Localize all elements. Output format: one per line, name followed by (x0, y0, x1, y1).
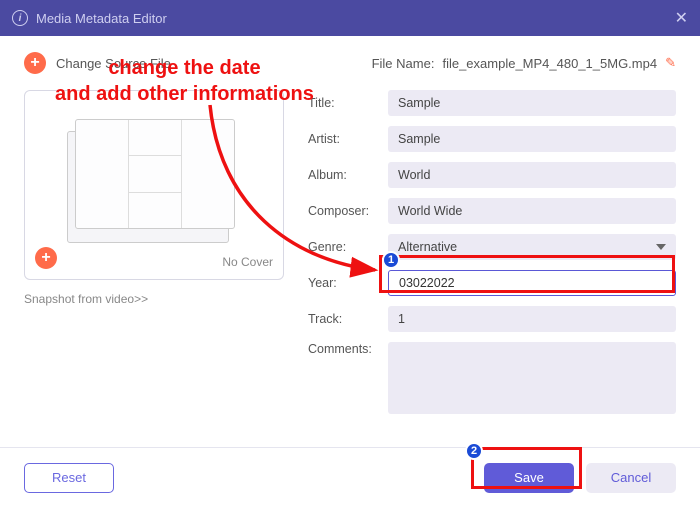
genre-select[interactable]: Alternative (388, 234, 676, 260)
file-name-value: file_example_MP4_480_1_5MG.mp4 (442, 56, 657, 71)
window-title: Media Metadata Editor (36, 11, 167, 26)
genre-value: Alternative (398, 240, 457, 254)
cover-placeholder-icon (75, 119, 235, 229)
no-cover-label: No Cover (222, 255, 273, 269)
file-name-group: File Name: file_example_MP4_480_1_5MG.mp… (372, 55, 676, 71)
cancel-button[interactable]: Cancel (586, 463, 676, 493)
change-source-link[interactable]: Change Source File (56, 56, 171, 71)
track-input[interactable] (388, 306, 676, 332)
toolbar: + Change Source File File Name: file_exa… (0, 36, 700, 82)
edit-filename-icon[interactable]: ✎ (665, 55, 676, 71)
comments-label: Comments: (308, 342, 388, 356)
file-name-label: File Name: (372, 56, 435, 71)
composer-label: Composer: (308, 204, 388, 218)
title-label: Title: (308, 96, 388, 110)
footer: Reset Save Cancel (0, 447, 700, 507)
close-icon[interactable]: ✕ (675, 8, 688, 28)
info-icon: i (12, 10, 28, 26)
album-label: Album: (308, 168, 388, 182)
album-input[interactable] (388, 162, 676, 188)
artist-label: Artist: (308, 132, 388, 146)
composer-input[interactable] (388, 198, 676, 224)
save-button[interactable]: Save (484, 463, 574, 493)
metadata-form: Title: Artist: Album: Composer: Genre: Al… (308, 90, 676, 424)
reset-button[interactable]: Reset (24, 463, 114, 493)
snapshot-link[interactable]: Snapshot from video>> (24, 292, 284, 306)
genre-label: Genre: (308, 240, 388, 254)
title-bar: i Media Metadata Editor ✕ (0, 0, 700, 36)
cover-box: + No Cover (24, 90, 284, 280)
track-label: Track: (308, 312, 388, 326)
add-cover-button[interactable]: + (35, 247, 57, 269)
year-label: Year: (308, 276, 388, 290)
artist-input[interactable] (388, 126, 676, 152)
add-source-icon[interactable]: + (24, 52, 46, 74)
comments-input[interactable] (388, 342, 676, 414)
title-input[interactable] (388, 90, 676, 116)
year-input[interactable] (388, 270, 676, 296)
